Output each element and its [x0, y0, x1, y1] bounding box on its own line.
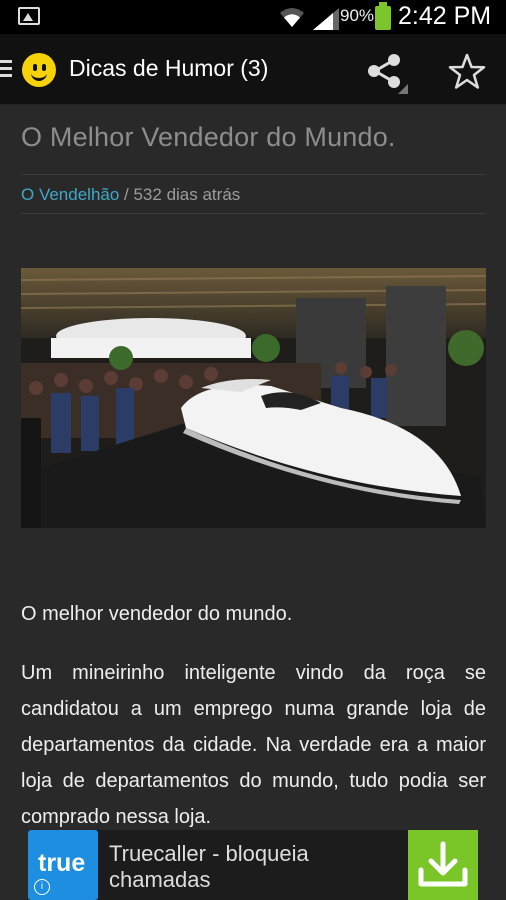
app-bar: Dicas de Humor (3) [0, 34, 506, 105]
smiley-icon[interactable] [22, 53, 56, 87]
divider [21, 174, 486, 175]
article-title: O Melhor Vendedor do Mundo. [21, 122, 396, 152]
status-bar: 90% 2:42 PM [0, 0, 506, 34]
download-icon[interactable] [408, 830, 478, 900]
ad-banner[interactable]: true i Truecaller - bloqueia chamadas [28, 830, 478, 900]
image-notification-icon [18, 7, 40, 25]
truecaller-logo[interactable]: true i [28, 830, 98, 900]
share-icon[interactable] [364, 52, 408, 94]
article-photo [21, 268, 486, 528]
ad-logo-text: true [38, 849, 86, 877]
info-icon[interactable]: i [34, 879, 50, 895]
divider [21, 213, 486, 214]
author-link[interactable]: O Vendelhão [21, 185, 119, 204]
article-paragraph: Um mineirinho inteligente vindo da roça … [21, 662, 486, 828]
battery-percent: 90% [340, 6, 375, 25]
menu-icon[interactable] [0, 60, 12, 78]
battery-icon [375, 2, 391, 30]
signal-icon [313, 8, 339, 30]
wifi-icon [280, 8, 304, 27]
app-title[interactable]: Dicas de Humor (3) [69, 55, 268, 82]
ad-title[interactable]: Truecaller - bloqueia chamadas [109, 841, 359, 893]
article-content: O Melhor Vendedor do Mundo. O Vendelhão … [0, 105, 506, 900]
article-paragraph: O melhor vendedor do mundo. [21, 603, 293, 625]
clock: 2:42 PM [398, 2, 492, 30]
post-age: / 532 dias atrás [119, 185, 241, 204]
star-icon[interactable] [447, 52, 487, 92]
article-meta: O Vendelhão / 532 dias atrás [21, 185, 240, 205]
